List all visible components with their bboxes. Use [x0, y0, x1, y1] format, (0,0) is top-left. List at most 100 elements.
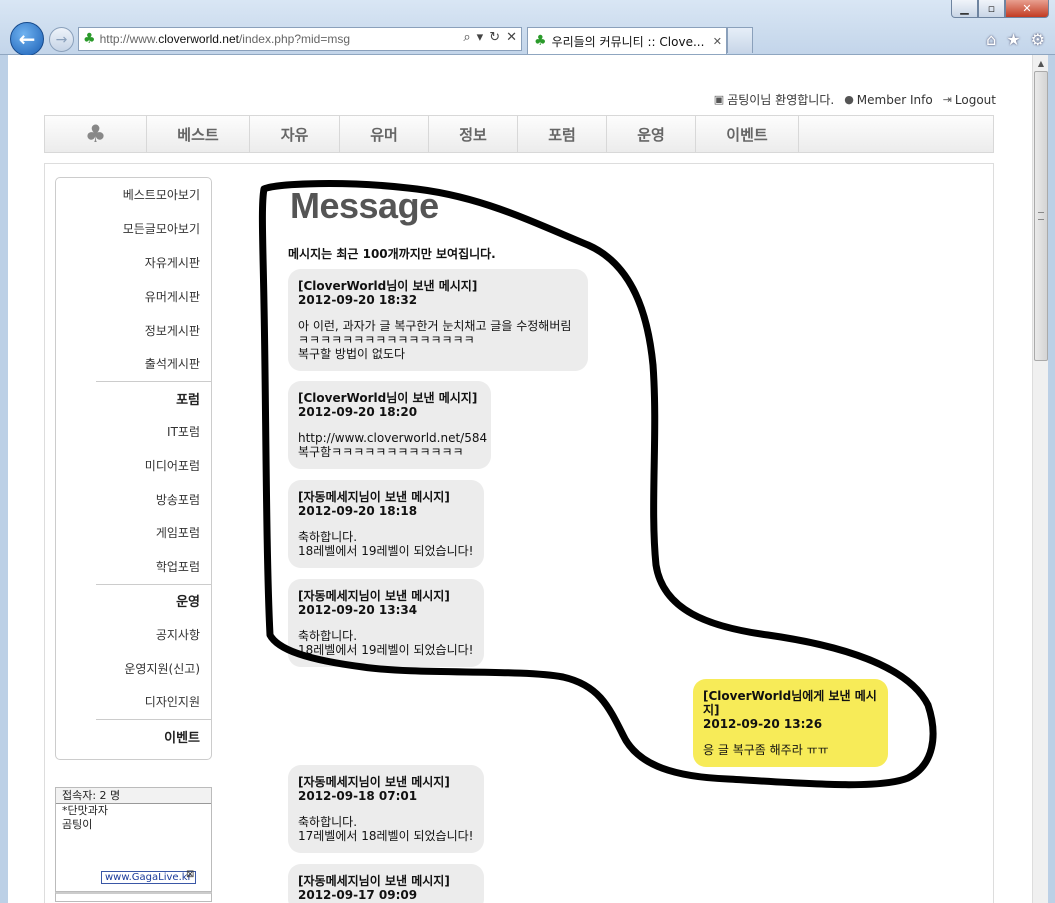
online-user[interactable]: 곰팅이 — [56, 818, 211, 832]
close-box-icon[interactable]: ⊠ — [186, 869, 194, 880]
nav-item[interactable]: 운영 — [607, 116, 696, 152]
user-bar: ▣ 곰팅이님 환영합니다. ● Member Info ⇥ Logout — [714, 91, 996, 108]
logout-link[interactable]: ⇥ Logout — [943, 93, 996, 107]
main-nav: ♣ 베스트 자유 유머 정보 포럼 운영 이벤트 — [44, 115, 994, 153]
clover-favicon-icon: ♣ — [83, 31, 96, 47]
nav-item[interactable]: 유머 — [340, 116, 429, 152]
window-frame-right — [1048, 55, 1055, 903]
sidebar-item[interactable]: 방송포럼 — [56, 482, 211, 516]
sidebar-item[interactable]: 출석게시판 — [56, 347, 211, 381]
sidebar-section-heading[interactable]: 이벤트 — [96, 718, 211, 753]
scroll-up-arrow-icon[interactable]: ▲ — [1033, 55, 1049, 71]
person-icon: ● — [844, 93, 854, 106]
maximize-button[interactable]: ▫ — [978, 0, 1005, 18]
message-sender[interactable]: [자동메세지님이 보낸 메시지] — [298, 775, 474, 789]
sidebar-list: 베스트모아보기 모든글모아보기 자유게시판 유머게시판 정보게시판 출석게시판 포럼 IT포럼… — [56, 178, 211, 753]
logout-label: Logout — [954, 92, 996, 107]
sidebar-item[interactable]: 모든글모아보기 — [56, 212, 211, 246]
tab-title: 우리들의 커뮤니티 :: Clove... — [551, 34, 705, 49]
dropdown-icon[interactable]: ▾ — [477, 30, 484, 45]
sidebar-item[interactable]: 미디어포럼 — [56, 448, 211, 482]
sidebar-item[interactable]: 공지사항 — [56, 617, 211, 651]
message-date: 2012-09-20 18:20 — [298, 405, 418, 419]
refresh-icon[interactable]: ↻ — [489, 30, 500, 45]
message-date: 2012-09-20 13:34 — [298, 603, 418, 617]
message-date: 2012-09-20 18:32 — [298, 293, 418, 307]
logout-icon: ⇥ — [942, 93, 952, 106]
message-sender[interactable]: [자동메세지님이 보낸 메시지] — [298, 874, 474, 888]
back-button[interactable]: ← — [10, 22, 44, 56]
sidebar-item[interactable]: 베스트모아보기 — [56, 178, 211, 212]
message-sender[interactable]: [CloverWorld님이 보낸 메시지] — [298, 391, 481, 405]
address-bar[interactable]: ♣ http://www.cloverworld.net/index.php?m… — [78, 27, 522, 51]
search-icon[interactable]: ⌕ — [463, 30, 470, 45]
back-arrow-icon: ← — [18, 27, 36, 51]
received-message-bubble: [자동메세지님이 보낸 메시지] 2012-09-17 09:09 — [288, 864, 484, 903]
stop-icon[interactable]: ✕ — [506, 30, 517, 45]
message-sender[interactable]: [자동메세지님이 보낸 메시지] — [298, 490, 474, 504]
message-sender[interactable]: [CloverWorld님에게 보낸 메시지] — [703, 689, 878, 717]
vertical-scrollbar[interactable]: ▲ — [1032, 55, 1048, 903]
sent-message-bubble: [CloverWorld님에게 보낸 메시지] 2012-09-20 13:26 응… — [693, 679, 888, 767]
message-date: 2012-09-18 07:01 — [298, 789, 418, 803]
url-domain: cloverworld.net — [158, 32, 239, 46]
message-body: 축하합니다. 18레벨에서 19레벨이 되었습니다! — [298, 530, 474, 558]
window-frame-left — [0, 55, 8, 903]
gagalive-badge[interactable]: www.GagaLive.kr — [101, 871, 196, 884]
sidebar-item[interactable]: 유머게시판 — [56, 279, 211, 313]
message-body: 축하합니다. 18레벨에서 19레벨이 되었습니다! — [298, 629, 474, 657]
url-text[interactable]: http://www.cloverworld.net/index.php?mid… — [100, 32, 350, 46]
received-message-bubble: [자동메세지님이 보낸 메시지] 2012-09-20 18:18 축하합니다. 1… — [288, 480, 484, 568]
browser-toolbar-icons: ⌂ ★ ⚙ — [986, 30, 1045, 49]
member-info-label: Member Info — [856, 92, 933, 107]
nav-item[interactable]: 정보 — [429, 116, 518, 152]
sidebar-item[interactable]: 정보게시판 — [56, 313, 211, 347]
minimize-button[interactable]: ▁ — [951, 0, 978, 18]
online-user[interactable]: *단맛과자 — [56, 804, 211, 818]
nav-item[interactable]: 자유 — [250, 116, 340, 152]
nav-item[interactable]: 포럼 — [518, 116, 607, 152]
sidebar-section-heading[interactable]: 운영 — [96, 583, 211, 618]
clover-logo-icon[interactable]: ♣ — [45, 116, 147, 152]
received-message-bubble: [자동메세지님이 보낸 메시지] 2012-09-18 07:01 축하합니다. 1… — [288, 765, 484, 853]
online-box-footer — [55, 892, 212, 902]
message-body: 아 이런, 과자가 글 복구한거 눈치채고 글을 수정해버림 ㅋㅋㅋㅋㅋㅋㅋㅋㅋ… — [298, 319, 572, 361]
sidebar-item[interactable]: 학업포럼 — [56, 550, 211, 584]
member-info-link[interactable]: ● Member Info — [844, 93, 933, 107]
received-message-bubble: [자동메세지님이 보낸 메시지] 2012-09-20 13:34 축하합니다. 1… — [288, 579, 484, 667]
message-date: 2012-09-20 13:26 — [703, 717, 823, 731]
note-icon: ▣ — [713, 93, 725, 106]
new-tab-button[interactable] — [727, 27, 753, 53]
tab-close-icon[interactable]: ✕ — [713, 35, 722, 48]
welcome-item: ▣ 곰팅이님 환영합니다. — [714, 91, 834, 108]
page-viewport: ▣ 곰팅이님 환영합니다. ● Member Info ⇥ Logout ♣ 베… — [8, 55, 1032, 903]
message-sender[interactable]: [자동메세지님이 보낸 메시지] — [298, 589, 474, 603]
nav-item[interactable]: 베스트 — [147, 116, 250, 152]
sidebar-item[interactable]: 게임포럼 — [56, 516, 211, 550]
sidebar-item[interactable]: 자유게시판 — [56, 246, 211, 280]
sidebar-item[interactable]: IT포럼 — [56, 415, 211, 449]
message-date: 2012-09-17 09:09 — [298, 888, 418, 902]
message-body: http://www.cloverworld.net/584 복구함ㅋㅋㅋㅋㅋㅋ… — [298, 431, 488, 459]
forward-button[interactable]: → — [49, 27, 74, 52]
message-limit-note: 메시지는 최근 100개까지만 보여집니다. — [288, 247, 496, 261]
online-count: 접속자: 2 명 — [56, 788, 211, 804]
page-title: Message — [290, 185, 439, 226]
close-window-button[interactable]: ✕ — [1005, 0, 1049, 18]
nav-item[interactable]: 이벤트 — [696, 116, 799, 152]
sidebar-item[interactable]: 운영지원(신고) — [56, 651, 211, 685]
clover-favicon-icon: ♣ — [534, 33, 547, 49]
tools-gear-icon[interactable]: ⚙ — [1031, 30, 1045, 49]
address-tools: ⌕ ▾ ↻ ✕ — [463, 30, 517, 45]
message-body: 응 글 복구좀 해주라 ㅠㅠ — [703, 743, 829, 757]
browser-tab[interactable]: ♣ 우리들의 커뮤니티 :: Clove... ✕ — [527, 27, 727, 54]
favorites-star-icon[interactable]: ★ — [1006, 30, 1020, 49]
browser-chrome: ▁ ▫ ✕ ← → ♣ http://www.cloverworld.net/i… — [0, 0, 1055, 56]
home-icon[interactable]: ⌂ — [986, 30, 996, 49]
sidebar-section-heading[interactable]: 포럼 — [96, 380, 211, 415]
received-message-bubble: [CloverWorld님이 보낸 메시지] 2012-09-20 18:32 아 … — [288, 269, 588, 371]
window-controls: ▁ ▫ ✕ — [951, 0, 1049, 18]
sidebar-item[interactable]: 디자인지원 — [56, 685, 211, 719]
message-sender[interactable]: [CloverWorld님이 보낸 메시지] — [298, 279, 578, 293]
scroll-thumb[interactable] — [1034, 71, 1048, 361]
